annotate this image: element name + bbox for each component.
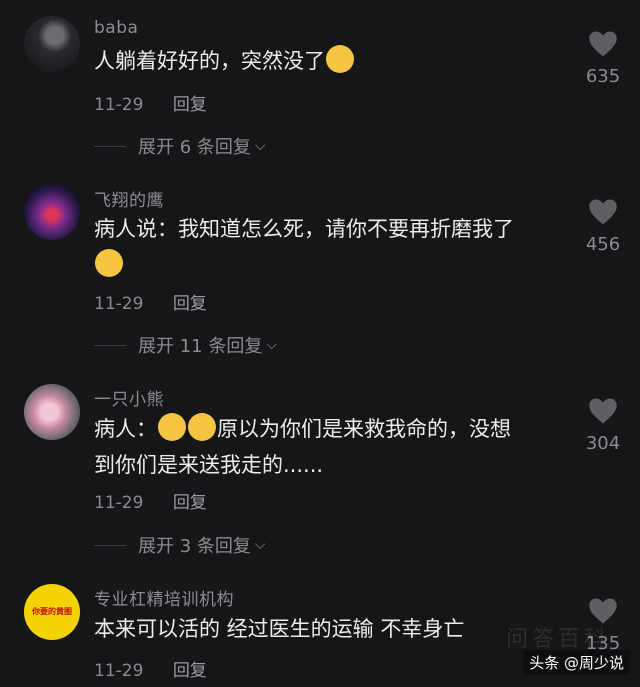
comment-date: 11-29 — [94, 661, 144, 681]
comment-text-line1: 病人： — [94, 417, 157, 441]
heart-icon — [589, 31, 617, 57]
expand-replies-label: 展开 3 条回复 — [138, 536, 251, 557]
expand-replies-button[interactable]: 展开 6 条回复 ⌵ — [94, 133, 266, 159]
heart-icon — [589, 199, 617, 225]
watermark-ghost: 问答百科 — [505, 627, 610, 652]
heart-icon — [589, 398, 617, 424]
reply-button[interactable]: 回复 — [173, 294, 207, 314]
comment-text: 病人： 原以为你们是来救我命的，没想 到你们是来送我走的...... — [94, 411, 564, 483]
reply-button[interactable]: 回复 — [173, 493, 207, 513]
comment-text-content: 本来可以活的 经过医生的运输 不幸身亡 — [94, 617, 465, 641]
like-count: 635 — [585, 66, 621, 87]
like-button[interactable]: 635 — [578, 30, 628, 87]
reply-button[interactable]: 回复 — [173, 95, 207, 115]
avatar[interactable] — [24, 16, 80, 72]
avatar[interactable] — [24, 384, 80, 440]
avatar-text: 你要的黄图 — [32, 607, 72, 616]
comment-text-line1b: 原以为你们是来救我命的，没想 — [217, 417, 511, 441]
chevron-down-icon: ⌵ — [254, 138, 266, 154]
crying-laughing-emoji-icon — [95, 249, 123, 277]
expand-replies-label: 展开 6 条回复 — [138, 137, 251, 158]
comment-date: 11-29 — [94, 294, 144, 314]
chevron-down-icon: ⌵ — [266, 337, 277, 353]
like-button[interactable]: 456 — [578, 198, 628, 255]
comment-meta: 11-29 回复 — [94, 289, 207, 314]
username[interactable]: 飞翔的鹰 — [94, 186, 164, 211]
loudly-crying-emoji-icon — [188, 413, 216, 441]
watermark: 头条 @周少说 — [523, 650, 630, 675]
chevron-down-icon: ⌵ — [254, 537, 266, 553]
username[interactable]: 专业杠精培训机构 — [94, 585, 234, 610]
comment-text-content: 人躺着好好的，突然没了 — [94, 49, 325, 73]
comment-meta: 11-29 回复 — [94, 656, 207, 681]
avatar[interactable] — [24, 184, 80, 240]
username[interactable]: 一只小熊 — [94, 385, 164, 410]
expand-replies-button[interactable]: 展开 11 条回复 ⌵ — [94, 332, 277, 358]
like-count: 304 — [585, 433, 621, 454]
pleading-face-emoji-icon — [326, 45, 354, 73]
avatar[interactable]: 你要的黄图 — [24, 584, 80, 640]
comment-date: 11-29 — [94, 95, 144, 115]
like-button[interactable]: 304 — [578, 397, 628, 454]
comment-meta: 11-29 回复 — [94, 488, 207, 513]
comment-text: 人躺着好好的，突然没了 — [94, 43, 564, 79]
expand-replies-label: 展开 11 条回复 — [138, 336, 263, 357]
username[interactable]: baba — [94, 18, 138, 38]
comment-text-content: 病人说：我知道怎么死，请你不要再折磨我了 — [94, 217, 514, 241]
reply-button[interactable]: 回复 — [173, 661, 207, 681]
comment-text-line2: 到你们是来送我走的...... — [94, 453, 324, 477]
like-count: 456 — [585, 234, 621, 255]
comment-date: 11-29 — [94, 493, 144, 513]
divider — [94, 344, 126, 346]
divider — [94, 145, 126, 147]
comment-meta: 11-29 回复 — [94, 90, 207, 115]
divider — [94, 544, 126, 546]
comment-text: 本来可以活的 经过医生的运输 不幸身亡 — [94, 611, 564, 647]
loudly-crying-emoji-icon — [158, 413, 186, 441]
expand-replies-button[interactable]: 展开 3 条回复 ⌵ — [94, 532, 266, 558]
comment-text: 病人说：我知道怎么死，请你不要再折磨我了 — [94, 211, 564, 283]
